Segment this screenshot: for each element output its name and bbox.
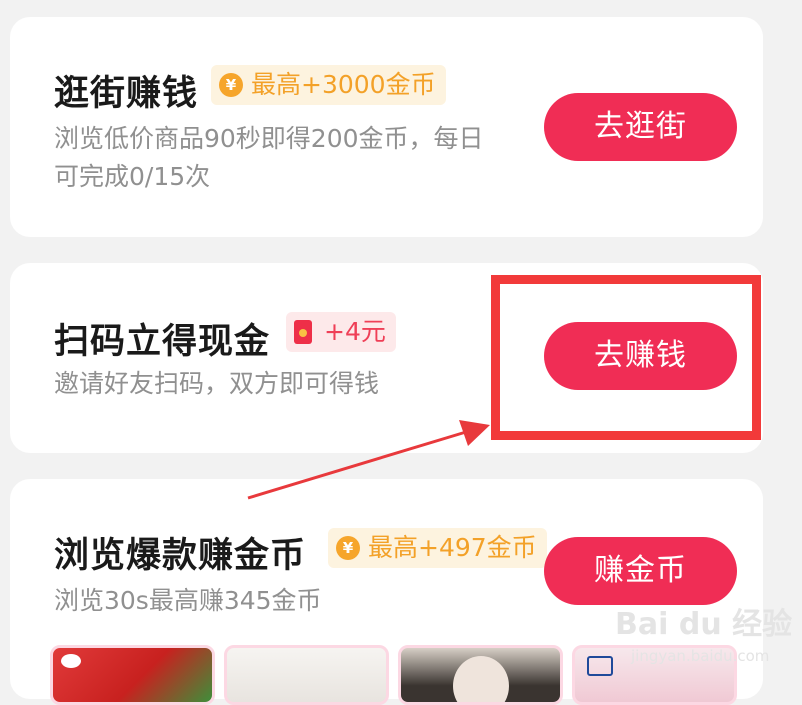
pointer-arrow-icon: [247, 420, 490, 500]
watermark-logo: Bai du 经验: [615, 607, 793, 642]
baidu-jingyan-watermark: Bai du 经验 jingyan.baidu.com: [611, 595, 793, 675]
watermark-url: jingyan.baidu.com: [631, 647, 770, 665]
